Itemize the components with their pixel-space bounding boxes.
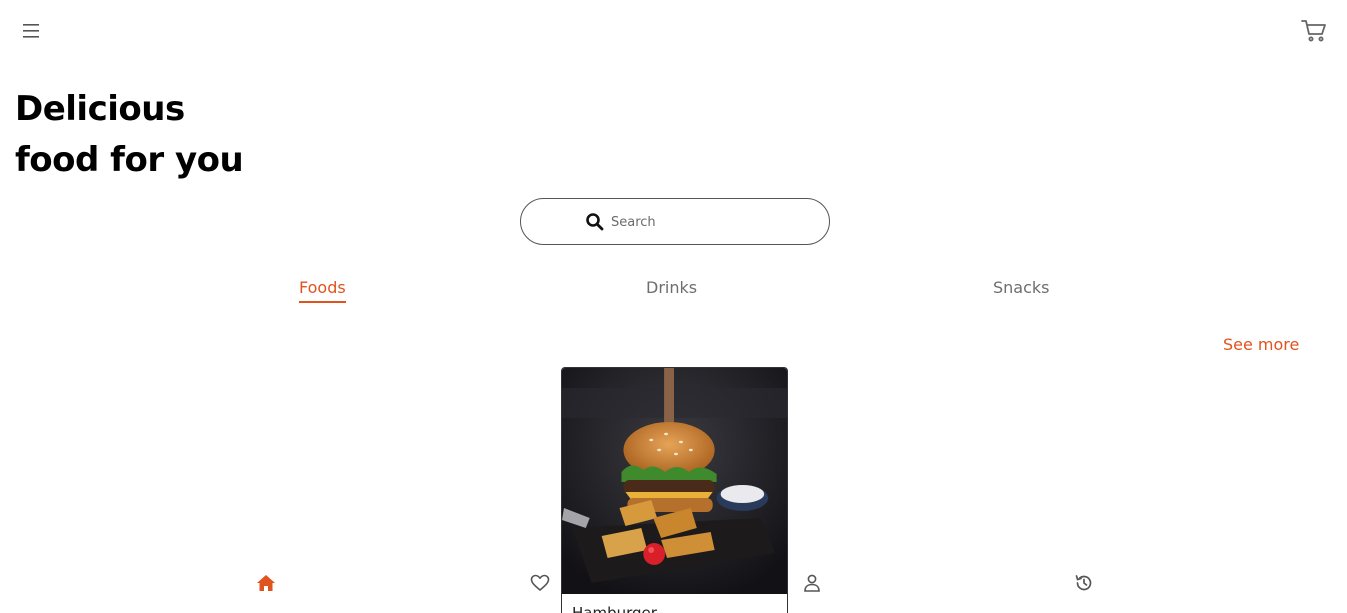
heart-icon[interactable] <box>529 572 551 594</box>
see-more-link[interactable]: See more <box>1223 335 1299 354</box>
tab-drinks[interactable]: Drinks <box>646 278 697 297</box>
food-card-name: Hamburger <box>572 604 657 613</box>
search-icon <box>585 212 605 232</box>
burger-photo <box>562 368 787 594</box>
history-icon[interactable] <box>1073 572 1095 594</box>
cart-icon[interactable] <box>1299 16 1329 46</box>
page-title: Delicious food for you <box>15 84 244 186</box>
search-bar[interactable] <box>520 198 830 245</box>
menu-icon[interactable] <box>18 18 44 44</box>
home-icon[interactable] <box>255 572 277 594</box>
page-title-line-1: Delicious <box>15 89 185 129</box>
search-input[interactable] <box>611 211 811 233</box>
tab-snacks[interactable]: Snacks <box>993 278 1050 297</box>
tab-foods[interactable]: Foods <box>299 278 346 303</box>
user-icon[interactable] <box>801 572 823 594</box>
food-card[interactable]: Hamburger <box>561 367 788 613</box>
page-title-line-2: food for you <box>15 140 244 180</box>
